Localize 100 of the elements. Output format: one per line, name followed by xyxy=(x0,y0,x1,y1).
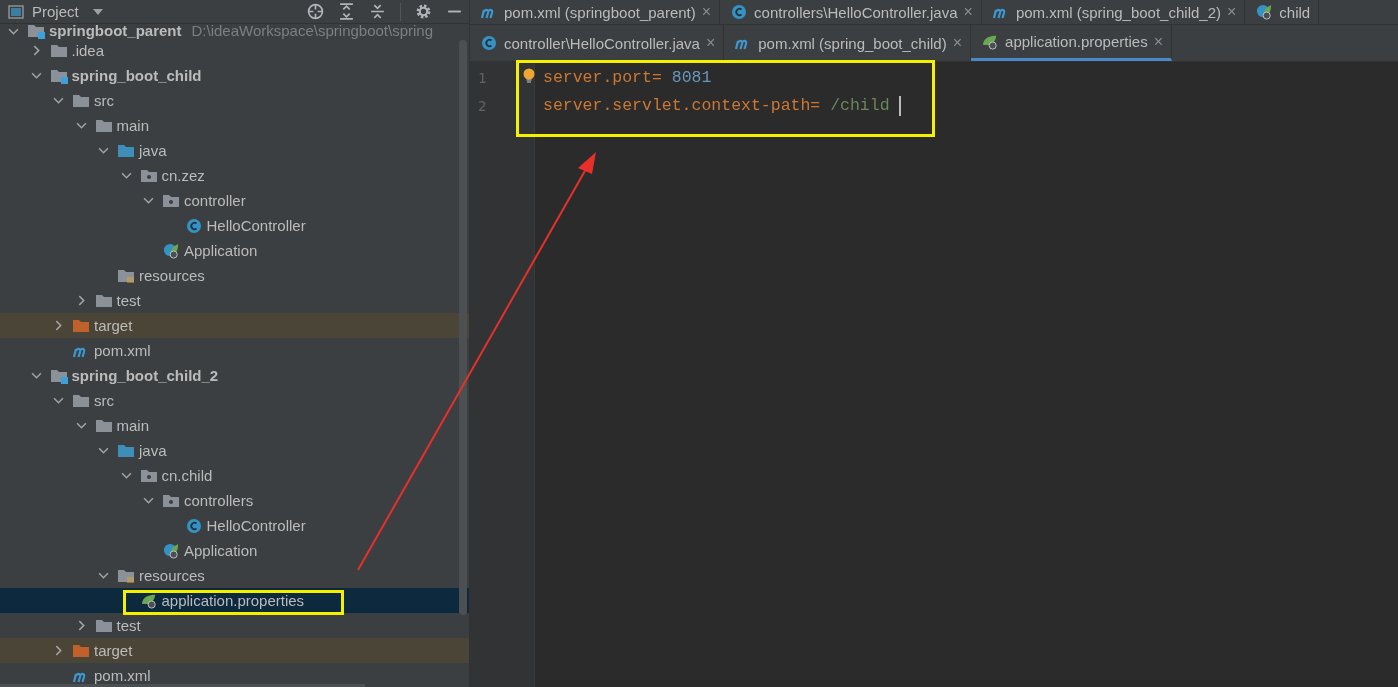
editor-tab[interactable]: child xyxy=(1245,0,1320,24)
tree-item[interactable]: java xyxy=(0,438,469,463)
tree-item[interactable]: HelloController xyxy=(0,513,469,538)
tree-item[interactable]: springboot_parent D:\ideaWorkspace\springboot\spring xyxy=(0,24,469,38)
tree-item[interactable]: pom.xml xyxy=(0,663,469,687)
scrollbar[interactable] xyxy=(459,40,467,615)
tree-item[interactable]: src xyxy=(0,388,469,413)
editor-tab[interactable]: application.properties × xyxy=(971,25,1172,61)
close-tab-button[interactable]: × xyxy=(952,34,963,52)
folder-icon xyxy=(117,142,135,159)
path-text: D:\ideaWorkspace\springboot\spring xyxy=(191,24,434,38)
tree-item[interactable]: controller xyxy=(0,188,469,213)
tree-item[interactable]: spring_boot_child xyxy=(0,63,469,88)
tree-label: spring_boot_child xyxy=(71,67,202,84)
tree-label: controllers xyxy=(184,492,254,509)
chevron-icon[interactable] xyxy=(53,645,64,656)
tree-label: resources xyxy=(139,567,205,584)
chevron-icon[interactable] xyxy=(120,170,132,181)
folder-icon xyxy=(117,567,135,584)
class-icon xyxy=(184,517,203,534)
tree-item[interactable]: target xyxy=(0,638,469,663)
package-icon xyxy=(139,467,158,484)
folder-icon xyxy=(49,367,68,384)
chevron-icon[interactable] xyxy=(98,570,109,581)
tree-item[interactable]: resources xyxy=(0,563,469,588)
close-tab-button[interactable]: × xyxy=(1227,3,1237,21)
editor-tab[interactable]: controllers\HelloController.java × xyxy=(720,0,982,24)
tree-label: pom.xml xyxy=(94,667,151,684)
class-icon xyxy=(184,217,203,234)
tree-item[interactable]: cn.zez xyxy=(0,163,469,188)
chevron-icon[interactable] xyxy=(30,370,42,381)
editor-tab[interactable]: pom.xml (springboot_parent) × xyxy=(470,0,721,24)
chevron-icon[interactable] xyxy=(98,445,109,456)
folder-icon xyxy=(27,23,45,39)
tree-item[interactable]: controllers xyxy=(0,488,469,513)
expand-all-icon[interactable] xyxy=(338,3,355,20)
tree-item[interactable]: target xyxy=(0,313,469,338)
close-tab-button[interactable]: × xyxy=(701,3,712,21)
tree-item[interactable]: resources xyxy=(0,263,469,288)
chevron-icon[interactable] xyxy=(30,70,42,81)
spring-class-icon xyxy=(162,542,180,559)
folder-icon xyxy=(94,617,113,634)
spring-class-icon xyxy=(1255,4,1274,20)
tree-label: application.properties xyxy=(161,592,305,609)
panel-title[interactable]: Project xyxy=(32,3,79,20)
tree-label: src xyxy=(94,392,114,409)
class-icon xyxy=(730,4,749,20)
tree-label: java xyxy=(139,442,167,459)
tree-item[interactable]: test xyxy=(0,288,469,313)
chevron-icon[interactable] xyxy=(120,470,132,481)
tree-item[interactable]: main xyxy=(0,113,469,138)
tree-label: test xyxy=(116,617,141,634)
tree-item[interactable]: test xyxy=(0,613,469,638)
tree-label: pom.xml xyxy=(94,342,151,359)
tree-item[interactable]: pom.xml xyxy=(0,338,469,363)
editor-tab[interactable]: pom.xml (spring_boot_child_2) × xyxy=(981,0,1246,24)
tree-item[interactable]: src xyxy=(0,88,469,113)
package-icon xyxy=(162,192,180,209)
chevron-icon[interactable] xyxy=(143,195,154,206)
tree-item[interactable]: .idea xyxy=(0,38,469,63)
tree-label: HelloController xyxy=(206,517,306,534)
chevron-icon[interactable] xyxy=(53,95,64,106)
folder-icon xyxy=(72,392,90,409)
chevron-icon[interactable] xyxy=(143,495,154,506)
chevron-icon[interactable] xyxy=(98,145,109,156)
tree-item[interactable]: main xyxy=(0,413,469,438)
tree-label: .idea xyxy=(71,42,105,59)
tree-item[interactable]: spring_boot_child_2 xyxy=(0,363,469,388)
tree-label: controller xyxy=(184,192,246,209)
collapse-all-icon[interactable] xyxy=(369,3,386,20)
code-line: server.port= 8081 xyxy=(543,67,713,89)
tree-item[interactable]: Application xyxy=(0,238,469,263)
close-tab-button[interactable]: × xyxy=(1153,32,1163,51)
folder-icon xyxy=(49,42,68,59)
tree-label: Application xyxy=(184,542,258,559)
tree-label: spring_boot_child_2 xyxy=(71,367,219,384)
lightbulb-icon[interactable] xyxy=(522,68,536,84)
tree-label: test xyxy=(116,292,141,309)
tree-label: main xyxy=(116,417,149,434)
close-tab-button[interactable]: × xyxy=(963,3,973,21)
close-tab-button[interactable]: × xyxy=(705,34,716,52)
folder-icon xyxy=(117,267,135,284)
dropdown-caret-icon[interactable] xyxy=(92,8,103,15)
tree-label: springboot_parent xyxy=(49,24,182,38)
editor-tab[interactable]: controller\HelloController.java × xyxy=(470,25,725,61)
tree-label: HelloController xyxy=(206,217,306,234)
package-icon xyxy=(139,167,158,184)
folder-icon xyxy=(94,117,113,134)
tree-item[interactable]: java xyxy=(0,138,469,163)
chevron-icon[interactable] xyxy=(75,120,87,131)
folder-icon xyxy=(72,642,90,659)
chevron-icon[interactable] xyxy=(53,320,64,331)
target-icon[interactable] xyxy=(307,3,324,20)
tree-item[interactable]: HelloController xyxy=(0,213,469,238)
chevron-icon[interactable] xyxy=(53,395,64,406)
chevron-icon[interactable] xyxy=(75,420,87,431)
tree-item[interactable]: cn.child xyxy=(0,463,469,488)
settings-icon[interactable] xyxy=(415,3,432,20)
panel-icon xyxy=(8,3,24,20)
tree-item[interactable]: Application xyxy=(0,538,469,563)
